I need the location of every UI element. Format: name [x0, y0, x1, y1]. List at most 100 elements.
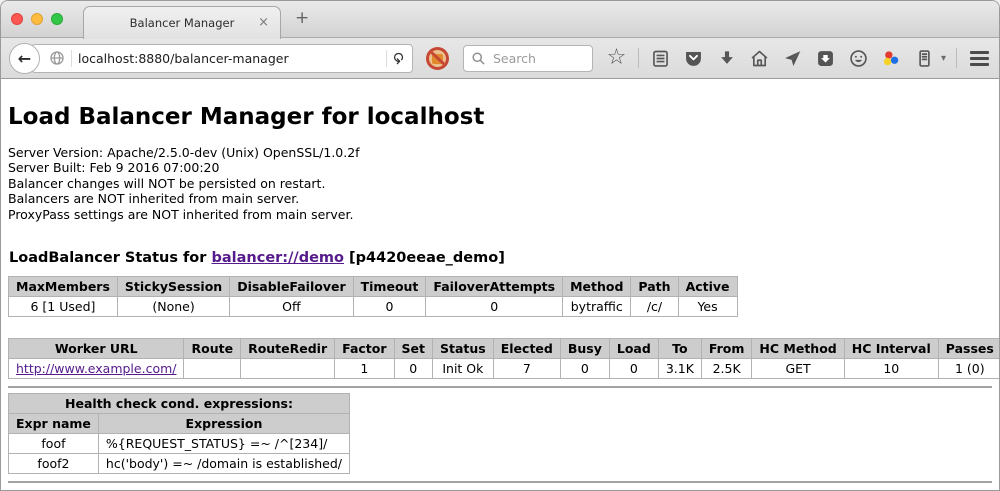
bookmark-star-icon[interactable]: ☆	[605, 47, 628, 70]
hc-table-title: Health check cond. expressions:	[9, 394, 350, 414]
elected-cell: 7	[493, 359, 560, 379]
back-icon: ←	[18, 49, 31, 68]
balancer-status-heading: LoadBalancer Status for balancer://demo …	[9, 250, 992, 266]
column-header: Status	[433, 339, 494, 359]
table-row: 6 [1 Used] (None) Off 0 0 bytraffic /c/ …	[9, 297, 738, 317]
page-content: Load Balancer Manager for localhost Serv…	[1, 79, 999, 491]
home-icon[interactable]	[748, 47, 771, 70]
column-header: MaxMembers	[9, 277, 118, 297]
status-cell: Init Ok	[433, 359, 494, 379]
stickysession-cell: (None)	[117, 297, 229, 317]
load-cell: 0	[609, 359, 658, 379]
browser-window: Balancer Manager × + ← localhost:8880/ba…	[0, 0, 1000, 491]
column-header: StickySession	[117, 277, 229, 297]
routeredir-cell	[241, 359, 335, 379]
search-icon	[471, 51, 486, 66]
page-title: Load Balancer Manager for localhost	[8, 104, 992, 130]
section-divider	[8, 386, 992, 388]
expr-name-cell: foof2	[9, 454, 99, 474]
reload-icon[interactable]: ⟳	[392, 52, 407, 65]
hc-method-cell: GET	[752, 359, 844, 379]
server-built-line: Server Built: Feb 9 2016 07:00:20	[8, 160, 992, 175]
container-icon[interactable]	[913, 47, 936, 70]
new-tab-button[interactable]: +	[295, 10, 309, 27]
tab-balancer-manager[interactable]: Balancer Manager ×	[83, 6, 281, 39]
factor-cell: 1	[335, 359, 394, 379]
navigation-toolbar: ← localhost:8880/balancer-manager ⟳	[1, 38, 999, 79]
column-header: Path	[631, 277, 678, 297]
worker-url-link[interactable]: http://www.example.com/	[16, 361, 176, 376]
url-bar[interactable]: localhost:8880/balancer-manager ⟳	[31, 44, 413, 73]
globe-icon	[48, 50, 65, 67]
feedback-smiley-icon[interactable]	[847, 47, 870, 70]
expr-name-cell: foof	[9, 434, 99, 454]
server-info: Server Version: Apache/2.5.0-dev (Unix) …	[8, 145, 992, 222]
server-version-line: Server Version: Apache/2.5.0-dev (Unix) …	[8, 145, 992, 160]
hc-interval-cell: 10	[844, 359, 938, 379]
persist-notice-line: Balancer changes will NOT be persisted o…	[8, 176, 992, 191]
timeout-cell: 0	[353, 297, 426, 317]
heading-prefix: LoadBalancer Status for	[9, 250, 211, 266]
method-cell: bytraffic	[563, 297, 631, 317]
balancers-notice-line: Balancers are NOT inherited from main se…	[8, 191, 992, 206]
worker-url-cell: http://www.example.com/	[9, 359, 184, 379]
column-header: Active	[678, 277, 737, 297]
download-icon[interactable]	[715, 47, 738, 70]
failoverattempts-cell: 0	[426, 297, 563, 317]
expression-cell: %{REQUEST_STATUS} =~ /^[234]/	[98, 434, 349, 454]
tab-close-icon[interactable]: ×	[258, 16, 269, 29]
balancer-demo-link[interactable]: balancer://demo	[211, 250, 344, 266]
urlbar-divider	[386, 50, 387, 67]
health-check-expressions-table: Health check cond. expressions: Expr nam…	[8, 393, 350, 474]
worker-status-table: Worker URL Route RouteRedir Factor Set S…	[8, 338, 999, 379]
set-cell: 0	[394, 359, 432, 379]
adblock-icon[interactable]	[426, 47, 449, 70]
column-header: HC Interval	[844, 339, 938, 359]
column-header: Timeout	[353, 277, 426, 297]
pocket-icon[interactable]	[682, 47, 705, 70]
chevron-down-icon[interactable]: ▾	[941, 53, 946, 64]
search-input[interactable]	[491, 50, 585, 67]
search-bar[interactable]	[463, 45, 593, 72]
column-header: Passes	[938, 339, 999, 359]
disablefailover-cell: Off	[230, 297, 353, 317]
table-header-row: Expr name Expression	[9, 414, 350, 434]
table-header-row: Worker URL Route RouteRedir Factor Set S…	[9, 339, 1000, 359]
maxmembers-cell: 6 [1 Used]	[9, 297, 118, 317]
active-cell: Yes	[678, 297, 737, 317]
table-row: foof %{REQUEST_STATUS} =~ /^[234]/	[9, 434, 350, 454]
table-title-row: Health check cond. expressions:	[9, 394, 350, 414]
table-header-row: MaxMembers StickySession DisableFailover…	[9, 277, 738, 297]
column-header: Load	[609, 339, 658, 359]
menu-group	[956, 47, 1000, 70]
column-header: Method	[563, 277, 631, 297]
column-header: Expression	[98, 414, 349, 434]
expression-cell: hc('body') =~ /domain is established/	[98, 454, 349, 474]
column-header: Factor	[335, 339, 394, 359]
route-cell	[184, 359, 241, 379]
busy-cell: 0	[560, 359, 609, 379]
close-window-button[interactable]	[11, 13, 23, 25]
toolbar-divider	[638, 48, 639, 68]
send-to-device-icon[interactable]	[781, 47, 804, 70]
url-text[interactable]: localhost:8880/balancer-manager	[78, 51, 380, 66]
proxypass-notice-line: ProxyPass settings are NOT inherited fro…	[8, 207, 992, 222]
column-header: FailoverAttempts	[426, 277, 563, 297]
menu-icon[interactable]	[970, 51, 989, 66]
reader-list-icon[interactable]	[649, 47, 672, 70]
updates-icon[interactable]	[814, 47, 837, 70]
column-header: Route	[184, 339, 241, 359]
column-header: To	[658, 339, 701, 359]
toolbar-divider	[956, 48, 957, 68]
to-cell: 3.1K	[658, 359, 701, 379]
back-button[interactable]: ←	[9, 43, 40, 74]
minimize-window-button[interactable]	[31, 13, 43, 25]
urlbar-divider	[71, 50, 72, 67]
color-dots-icon[interactable]	[880, 47, 903, 70]
window-controls	[11, 13, 63, 25]
toolbar-icons: ☆	[605, 47, 991, 70]
zoom-window-button[interactable]	[51, 13, 63, 25]
heading-suffix: [p4420eeae_demo]	[344, 250, 505, 266]
column-header: RouteRedir	[241, 339, 335, 359]
column-header: HC Method	[752, 339, 844, 359]
